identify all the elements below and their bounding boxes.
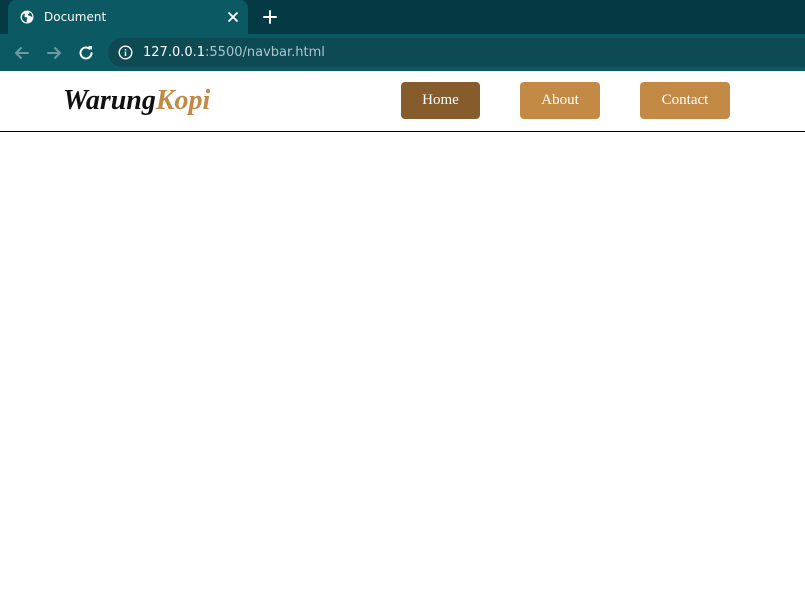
browser-toolbar: 127.0.0.1:5500/navbar.html [0, 34, 805, 71]
globe-icon [20, 10, 34, 24]
url-path: :5500/navbar.html [205, 45, 325, 60]
info-icon[interactable] [118, 45, 133, 60]
nav-contact-link[interactable]: Contact [640, 82, 730, 119]
tab-strip: Document [0, 0, 805, 34]
close-icon[interactable] [226, 10, 240, 24]
url-host: 127.0.0.1 [143, 45, 206, 60]
plus-icon[interactable] [262, 9, 278, 25]
browser-window: Document 127.0.0.1:5500/navbar.html Waru… [0, 0, 805, 608]
arrow-right-icon[interactable] [44, 43, 64, 63]
arrow-left-icon[interactable] [12, 43, 32, 63]
reload-icon[interactable] [76, 43, 96, 63]
page-content [0, 132, 805, 608]
browser-tab[interactable]: Document [8, 0, 248, 34]
site-navbar: WarungKopi Home About Contact [0, 71, 805, 132]
logo-part-warung: Warung [63, 85, 156, 116]
site-logo[interactable]: WarungKopi [63, 85, 210, 117]
url-text: 127.0.0.1:5500/navbar.html [143, 45, 325, 61]
address-bar[interactable]: 127.0.0.1:5500/navbar.html [108, 38, 805, 67]
nav-about-link[interactable]: About [520, 82, 600, 119]
tab-title: Document [44, 10, 107, 24]
nav-home-link[interactable]: Home [401, 82, 480, 119]
logo-part-kopi: Kopi [155, 85, 211, 116]
